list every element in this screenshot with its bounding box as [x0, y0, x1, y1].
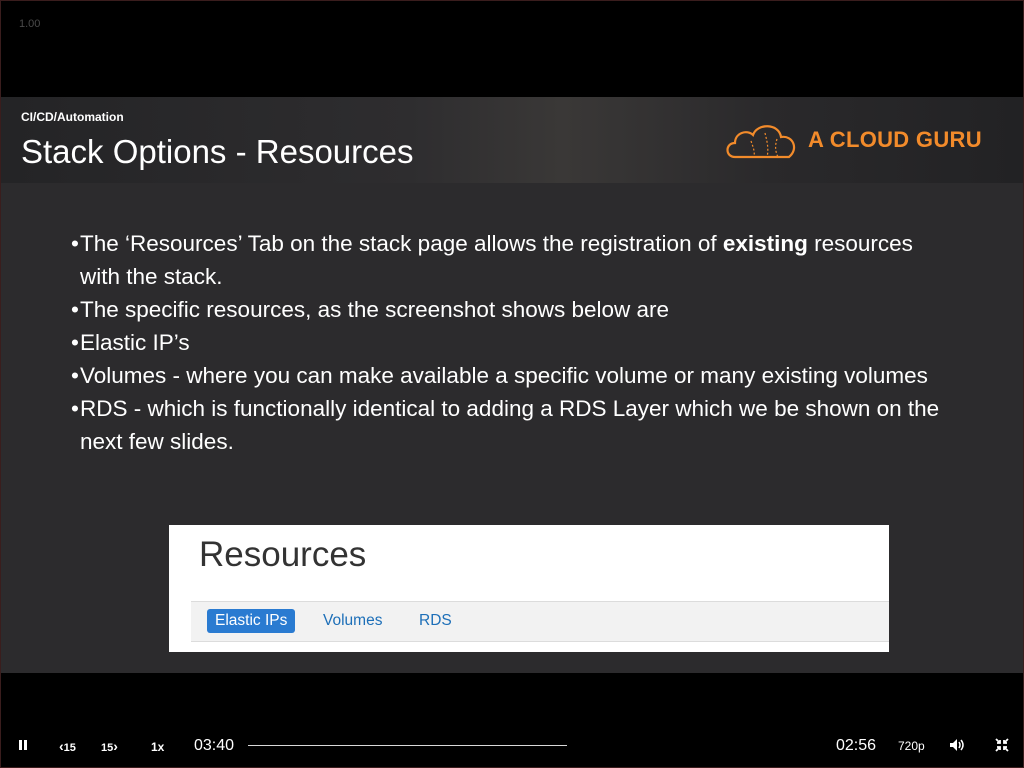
tab-volumes: Volumes: [323, 612, 383, 629]
quality-button[interactable]: 720p: [898, 739, 925, 753]
resources-screenshot: Resources Elastic IPs Volumes RDS: [169, 525, 889, 652]
bullet-text: Elastic IP’s: [80, 330, 190, 355]
volume-icon[interactable]: [949, 738, 967, 757]
version-label: 1.00: [19, 18, 41, 30]
remaining-time: 02:56: [836, 737, 877, 754]
bullet-text: The ‘Resources’ Tab on the stack page al…: [80, 231, 723, 256]
bullet-text: Volumes - where you can make available a…: [80, 363, 928, 388]
player-controls: ‹15 15› 1x 03:40 02:56 720p: [1, 705, 1023, 767]
rewind-label: 15: [63, 742, 76, 754]
logo-text: A CLOUD GURU: [808, 127, 982, 152]
forward-label: 15: [101, 742, 114, 754]
bullet-text: RDS - which is functionally identical to…: [80, 396, 940, 454]
pause-icon[interactable]: [16, 738, 30, 752]
progress-bar[interactable]: [248, 745, 567, 746]
forward-15-button[interactable]: 15›: [101, 738, 118, 754]
slide-category: CI/CD/Automation: [21, 110, 124, 124]
bullet-bold-text: existing: [722, 231, 808, 256]
bullet-item: RDS - which is functionally identical to…: [71, 392, 951, 458]
slide-title: Stack Options - Resources: [21, 133, 414, 170]
bullet-text: The specific resources, as the screensho…: [80, 297, 670, 322]
bullet-item: The specific resources, as the screensho…: [71, 293, 951, 326]
a-cloud-guru-logo: A CLOUD GURU: [723, 119, 1003, 165]
bullet-item: The ‘Resources’ Tab on the stack page al…: [71, 227, 951, 293]
bullet-item: Volumes - where you can make available a…: [71, 359, 951, 392]
playback-speed-button[interactable]: 1x: [151, 740, 164, 754]
bullet-item: Elastic IP’s: [71, 326, 951, 359]
rewind-15-button[interactable]: ‹15: [59, 738, 76, 754]
exit-fullscreen-icon[interactable]: [995, 738, 1009, 757]
tab-elastic-ips: Elastic IPs: [207, 609, 296, 633]
cloud-logo-icon: [726, 125, 796, 159]
slide-header: CI/CD/Automation Stack Options - Resourc…: [1, 97, 1023, 183]
slide: CI/CD/Automation Stack Options - Resourc…: [1, 97, 1023, 673]
tab-rds: RDS: [419, 612, 452, 629]
screenshot-tab-bar: Elastic IPs Volumes RDS: [191, 601, 889, 642]
screenshot-title: Resources: [199, 535, 367, 574]
forward-15-icon: ›: [113, 738, 118, 754]
elapsed-time: 03:40: [194, 737, 235, 754]
bullet-list: The ‘Resources’ Tab on the stack page al…: [71, 227, 951, 458]
video-player: 1.00 CI/CD/Automation Stack Options - Re…: [0, 0, 1024, 768]
